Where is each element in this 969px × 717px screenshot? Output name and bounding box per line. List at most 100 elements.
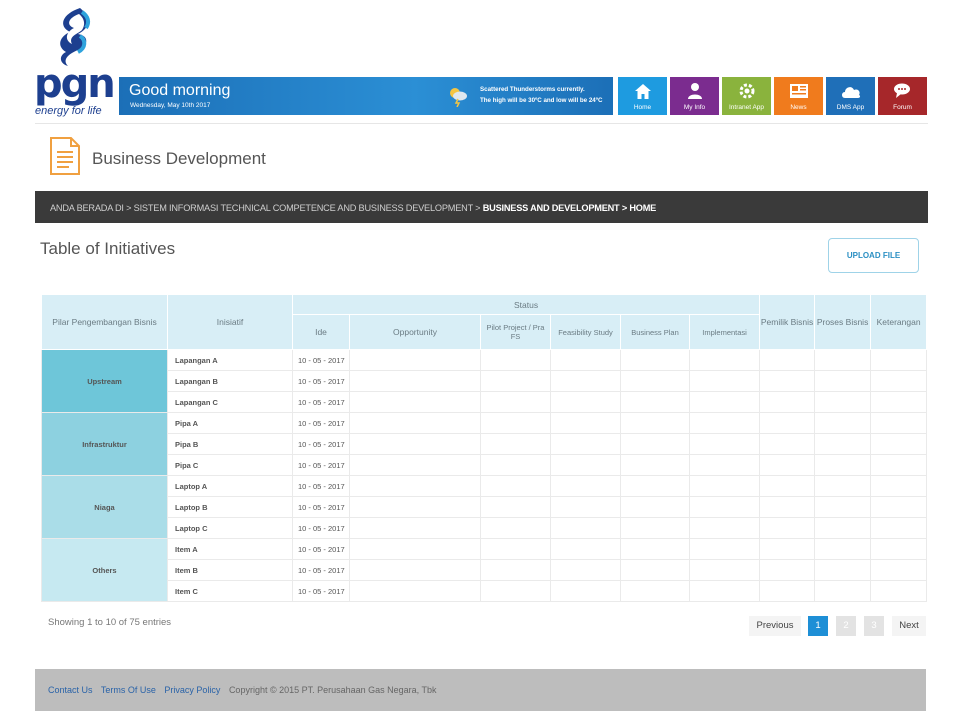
ide-date-cell: 10 - 05 - 2017 [292,517,350,539]
inisiatif-cell: Lapangan B [167,370,293,392]
empty-cell [480,370,551,392]
empty-cell [759,370,816,392]
empty-cell [870,559,928,581]
inisiatif-cell: Pipa B [167,433,293,455]
empty-cell [870,517,928,539]
empty-cell [870,580,928,602]
upload-file-button[interactable]: UPLOAD FILE [828,238,919,273]
footer-contact-link[interactable]: Contact Us [48,685,93,695]
page-title: Business Development [92,149,266,168]
empty-cell [550,475,621,497]
ide-date-cell: 10 - 05 - 2017 [292,433,350,455]
pillar-cell: Infrastruktur [41,412,168,476]
inisiatif-cell: Item B [167,559,293,581]
empty-cell [480,517,551,539]
empty-cell [349,517,481,539]
nav-my-info[interactable]: My Info [670,77,719,115]
empty-cell [550,496,621,518]
nav-dms-app-label: DMS App [836,104,865,111]
empty-cell [814,391,872,413]
footer-terms-link[interactable]: Terms Of Use [101,685,156,695]
empty-cell [550,433,621,455]
pillar-cell: Others [41,538,168,602]
header-status: Status [291,294,761,315]
nav-forum[interactable]: Forum [878,77,927,115]
empty-cell [870,433,928,455]
table-row: Pipa B 10 - 05 - 2017 [42,433,928,455]
empty-cell [620,517,690,539]
weather-line-1: Scattered Thunderstorms currently. [480,86,585,93]
empty-cell [814,412,872,434]
nav-home[interactable]: Home [618,77,667,115]
empty-cell [688,391,761,413]
empty-cell [688,412,761,434]
ide-date-cell: 10 - 05 - 2017 [292,559,350,581]
nav-news[interactable]: News [774,77,823,115]
inisiatif-cell: Lapangan C [167,391,293,413]
ide-date-cell: 10 - 05 - 2017 [292,538,350,560]
empty-cell [349,559,481,581]
page-3-button[interactable]: 3 [864,616,884,636]
next-page-button[interactable]: Next [892,616,926,636]
empty-cell [759,475,816,497]
empty-cell [480,391,551,413]
header-inisiatif: Inisiatif [167,294,293,350]
empty-cell [870,349,928,371]
previous-page-button[interactable]: Previous [749,616,801,636]
empty-cell [620,475,690,497]
table-row: Others Item A 10 - 05 - 2017 [41,538,928,602]
empty-cell [349,454,481,476]
empty-cell [688,475,761,497]
page-1-button[interactable]: 1 [808,616,828,636]
empty-cell [550,559,621,581]
empty-cell [814,370,872,392]
empty-cell [550,370,621,392]
header-feasibility-study: Feasibility Study [550,314,621,350]
ide-date-cell: 10 - 05 - 2017 [292,412,350,434]
page-header: Business Development [35,123,928,191]
page-2-button[interactable]: 2 [836,616,856,636]
table-row: Lapangan B 10 - 05 - 2017 [42,370,928,392]
pillar-cell: Niaga [41,475,168,539]
table-row: Infrastruktur Pipa A 10 - 05 - 2017 [41,412,928,476]
empty-cell [620,496,690,518]
empty-cell [349,538,481,560]
empty-cell [349,433,481,455]
nav-forum-label: Forum [893,104,912,111]
empty-cell [759,349,816,371]
footer: Contact Us Terms Of Use Privacy Policy C… [35,669,926,711]
nav-news-label: News [790,104,807,111]
empty-cell [349,412,481,434]
table-row: Laptop B 10 - 05 - 2017 [42,496,928,518]
empty-cell [550,538,621,560]
header-opportunity: Opportunity [349,314,481,350]
empty-cell [688,517,761,539]
table-row: Lapangan C 10 - 05 - 2017 [42,391,928,413]
empty-cell [870,496,928,518]
footer-privacy-link[interactable]: Privacy Policy [164,685,220,695]
empty-cell [480,454,551,476]
empty-cell [620,559,690,581]
nav-intranet-app-label: Intranet App [728,104,765,111]
empty-cell [870,412,928,434]
empty-cell [620,580,690,602]
inisiatif-cell: Item A [167,538,293,560]
inisiatif-cell: Laptop C [167,517,293,539]
empty-cell [688,454,761,476]
greeting-date: Wednesday, May 10th 2017 [130,102,211,109]
nav-dms-app[interactable]: DMS App [826,77,875,115]
table-row: Item B 10 - 05 - 2017 [42,559,928,581]
empty-cell [550,517,621,539]
pgn-logo[interactable]: pgn energy for life [34,6,116,118]
empty-cell [814,433,872,455]
header-ide: Ide [292,314,350,350]
empty-cell [870,391,928,413]
empty-cell [870,475,928,497]
ide-date-cell: 10 - 05 - 2017 [292,454,350,476]
empty-cell [759,391,816,413]
table-row: Item C 10 - 05 - 2017 [42,580,928,602]
empty-cell [814,559,872,581]
empty-cell [550,454,621,476]
nav-my-info-label: My Info [683,104,706,111]
nav-intranet-app[interactable]: Intranet App [722,77,771,115]
